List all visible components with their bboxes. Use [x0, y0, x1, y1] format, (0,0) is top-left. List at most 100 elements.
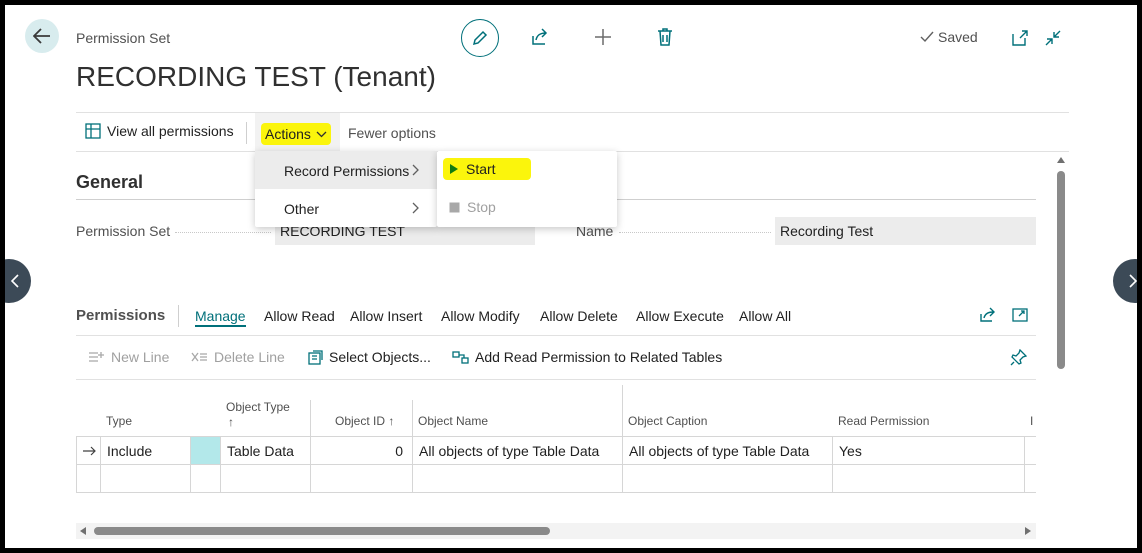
start-label: Start — [466, 161, 496, 177]
permission-set-field-label: Permission Set — [76, 223, 171, 239]
cell-type[interactable]: Include — [107, 443, 152, 459]
grid-col-line — [1024, 436, 1025, 492]
view-all-permissions-label: View all permissions — [107, 123, 234, 139]
share-icon — [980, 307, 995, 322]
cell-object-id[interactable]: 0 — [310, 443, 403, 459]
menu-item-record-permissions[interactable]: Record Permissions — [255, 151, 437, 189]
checkmark-icon — [920, 31, 934, 43]
share-button[interactable] — [530, 27, 550, 52]
record-permissions-submenu: Start Stop — [437, 151, 617, 227]
chevron-right-icon — [412, 164, 419, 176]
delete-line-label: Delete Line — [214, 349, 285, 365]
add-read-permission-label: Add Read Permission to Related Tables — [475, 349, 723, 365]
header-col-sep — [412, 400, 413, 436]
add-read-permission-button[interactable]: Add Read Permission to Related Tables — [452, 349, 722, 365]
submenu-item-stop[interactable]: Stop — [449, 199, 496, 215]
tab-allow-all[interactable]: Allow All — [739, 308, 791, 324]
delete-line-button[interactable]: Delete Line — [191, 349, 285, 365]
stop-icon — [449, 202, 460, 212]
personalize-button[interactable] — [1010, 348, 1028, 371]
grid-col-line — [76, 436, 77, 492]
cell-object-type[interactable]: Table Data — [227, 443, 294, 459]
back-button[interactable] — [25, 19, 59, 53]
related-tables-icon — [452, 350, 469, 364]
fewer-options-link[interactable]: Fewer options — [348, 125, 436, 141]
grid-col-line — [100, 436, 101, 492]
cell-read-permission[interactable]: Yes — [839, 443, 862, 459]
horizontal-scroll-thumb[interactable] — [94, 527, 550, 535]
column-header-type[interactable]: Type — [106, 414, 132, 428]
stop-label: Stop — [467, 199, 496, 215]
object-type-sort-arrow: ↑ — [228, 415, 234, 429]
scroll-up-icon[interactable] — [1057, 157, 1065, 163]
tab-allow-execute[interactable]: Allow Execute — [636, 308, 724, 324]
new-line-icon — [89, 352, 104, 362]
chevron-down-icon — [316, 131, 327, 137]
pin-filter-icon — [1010, 348, 1028, 366]
header-col-sep — [622, 385, 623, 436]
cell-object-caption[interactable]: All objects of type Table Data — [629, 443, 809, 459]
grid-col-line — [832, 436, 833, 492]
saved-label: Saved — [938, 29, 978, 45]
tab-allow-insert[interactable]: Allow Insert — [350, 308, 422, 324]
collapse-button[interactable] — [1044, 29, 1062, 52]
submenu-item-start[interactable]: Start — [449, 161, 496, 177]
column-header-insert-permission[interactable]: I — [1030, 414, 1033, 428]
actions-dropdown-menu: Record Permissions Other — [255, 151, 437, 227]
row-indicator-arrow-icon — [83, 446, 96, 456]
new-line-button[interactable]: New Line — [88, 349, 169, 365]
page-title: RECORDING TEST (Tenant) — [76, 61, 436, 92]
record-permissions-label: Record Permissions — [284, 163, 410, 179]
tab-manage[interactable]: Manage — [195, 308, 246, 327]
table-grid-icon — [85, 123, 101, 139]
actions-menu-button[interactable]: Actions — [261, 123, 331, 145]
grid-col-line — [220, 436, 221, 492]
selected-cell[interactable] — [191, 437, 220, 464]
plus-icon — [595, 29, 611, 45]
scroll-right-icon[interactable] — [1025, 527, 1031, 535]
new-line-label: New Line — [111, 349, 170, 365]
permissions-tabs-divider — [76, 335, 1036, 336]
horizontal-scrollbar[interactable] — [76, 523, 1036, 539]
permissions-share-button[interactable] — [979, 307, 997, 328]
select-objects-button[interactable]: Select Objects... — [308, 349, 431, 365]
previous-record-button[interactable] — [5, 259, 31, 303]
select-objects-label: Select Objects... — [329, 349, 431, 365]
column-header-object-id[interactable]: Object ID ↑ — [335, 414, 394, 428]
menu-item-other[interactable]: Other — [255, 189, 437, 227]
cell-object-name[interactable]: All objects of type Table Data — [419, 443, 599, 459]
breadcrumb: Permission Set — [76, 30, 171, 46]
delete-button[interactable] — [656, 27, 674, 52]
pencil-icon — [472, 30, 488, 46]
other-label: Other — [284, 201, 320, 217]
header-divider — [76, 112, 1069, 113]
column-header-object-caption[interactable]: Object Caption — [628, 414, 707, 428]
name-value: Recording Test — [780, 223, 874, 239]
expand-window-icon — [1012, 308, 1028, 322]
page-frame: Permission Set RECORDING TEST (Tenant) S… — [5, 5, 1137, 548]
column-header-object-type[interactable]: Object Type — [226, 400, 290, 414]
name-field[interactable]: Recording Test — [775, 217, 1036, 245]
grid-col-line — [412, 436, 413, 492]
tab-allow-modify[interactable]: Allow Modify — [441, 308, 520, 324]
arrow-left-icon — [33, 28, 50, 44]
actions-label: Actions — [265, 126, 311, 142]
column-header-object-name[interactable]: Object Name — [418, 414, 488, 428]
vertical-scrollbar[interactable] — [1055, 157, 1067, 548]
scroll-left-icon[interactable] — [80, 527, 86, 535]
permissions-tab-separator — [178, 305, 179, 327]
permissions-expand-button[interactable] — [1012, 307, 1029, 328]
next-record-button[interactable] — [1113, 259, 1137, 303]
tab-allow-read[interactable]: Allow Read — [264, 308, 335, 324]
vertical-scroll-thumb[interactable] — [1057, 171, 1065, 369]
new-button[interactable] — [593, 27, 613, 52]
share-icon — [532, 28, 548, 45]
tab-allow-delete[interactable]: Allow Delete — [540, 308, 618, 324]
header-col-sep — [310, 400, 311, 436]
edit-button[interactable] — [461, 19, 499, 57]
column-header-read-permission[interactable]: Read Permission — [838, 414, 929, 428]
name-leader-dots — [619, 232, 771, 233]
open-new-window-button[interactable] — [1011, 29, 1029, 52]
view-all-permissions-action[interactable]: View all permissions — [85, 123, 234, 139]
toolbar-divider — [76, 379, 1036, 380]
